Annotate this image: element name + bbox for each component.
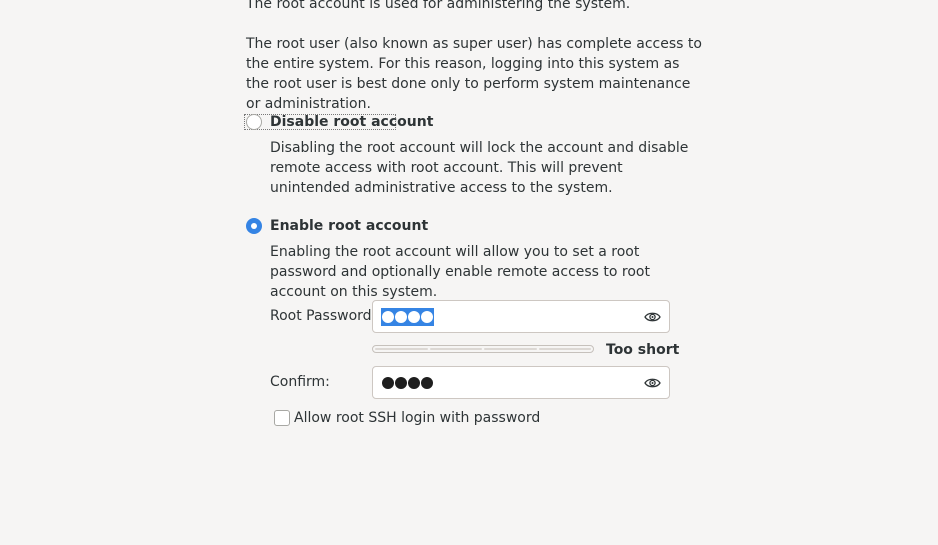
- root-password-field[interactable]: [372, 300, 670, 333]
- enable-root-description: Enabling the root account will allow you…: [270, 244, 650, 300]
- enable-root-radio[interactable]: Enable root account: [246, 218, 428, 234]
- password-dot: [382, 311, 394, 323]
- disable-root-description: Disabling the root account will lock the…: [270, 140, 689, 196]
- strength-segment: [538, 348, 591, 350]
- allow-ssh-checkbox[interactable]: [274, 410, 290, 426]
- strength-segment: [375, 348, 428, 350]
- intro-line-2: The root user (also known as super user)…: [246, 36, 702, 112]
- allow-ssh-checkbox-row[interactable]: Allow root SSH login with password: [274, 410, 540, 426]
- intro-text: The root account is used for administeri…: [246, 0, 706, 114]
- disable-root-label[interactable]: Disable root account: [270, 114, 433, 130]
- password-dot: [408, 377, 420, 389]
- root-password-label: Root Password:: [270, 308, 377, 324]
- password-dot: [395, 377, 407, 389]
- root-password-value[interactable]: [381, 308, 434, 326]
- strength-segment: [484, 348, 537, 350]
- password-strength-bar: [372, 345, 594, 353]
- password-dot: [421, 377, 433, 389]
- password-dot: [382, 377, 394, 389]
- disable-root-radio-button[interactable]: [246, 114, 262, 130]
- confirm-password-value[interactable]: [381, 374, 434, 392]
- eye-icon[interactable]: [644, 376, 661, 390]
- enable-root-radio-button[interactable]: [246, 218, 262, 234]
- confirm-label: Confirm:: [270, 374, 330, 390]
- eye-icon[interactable]: [644, 310, 661, 324]
- password-dot: [408, 311, 420, 323]
- disable-root-radio[interactable]: Disable root account: [246, 114, 433, 130]
- strength-segment: [429, 348, 482, 350]
- password-dot: [421, 311, 433, 323]
- intro-line-1: The root account is used for administeri…: [246, 0, 631, 12]
- confirm-password-field[interactable]: [372, 366, 670, 399]
- allow-ssh-label[interactable]: Allow root SSH login with password: [294, 410, 540, 426]
- password-strength-text: Too short: [606, 342, 680, 358]
- enable-root-label[interactable]: Enable root account: [270, 218, 428, 234]
- password-dot: [395, 311, 407, 323]
